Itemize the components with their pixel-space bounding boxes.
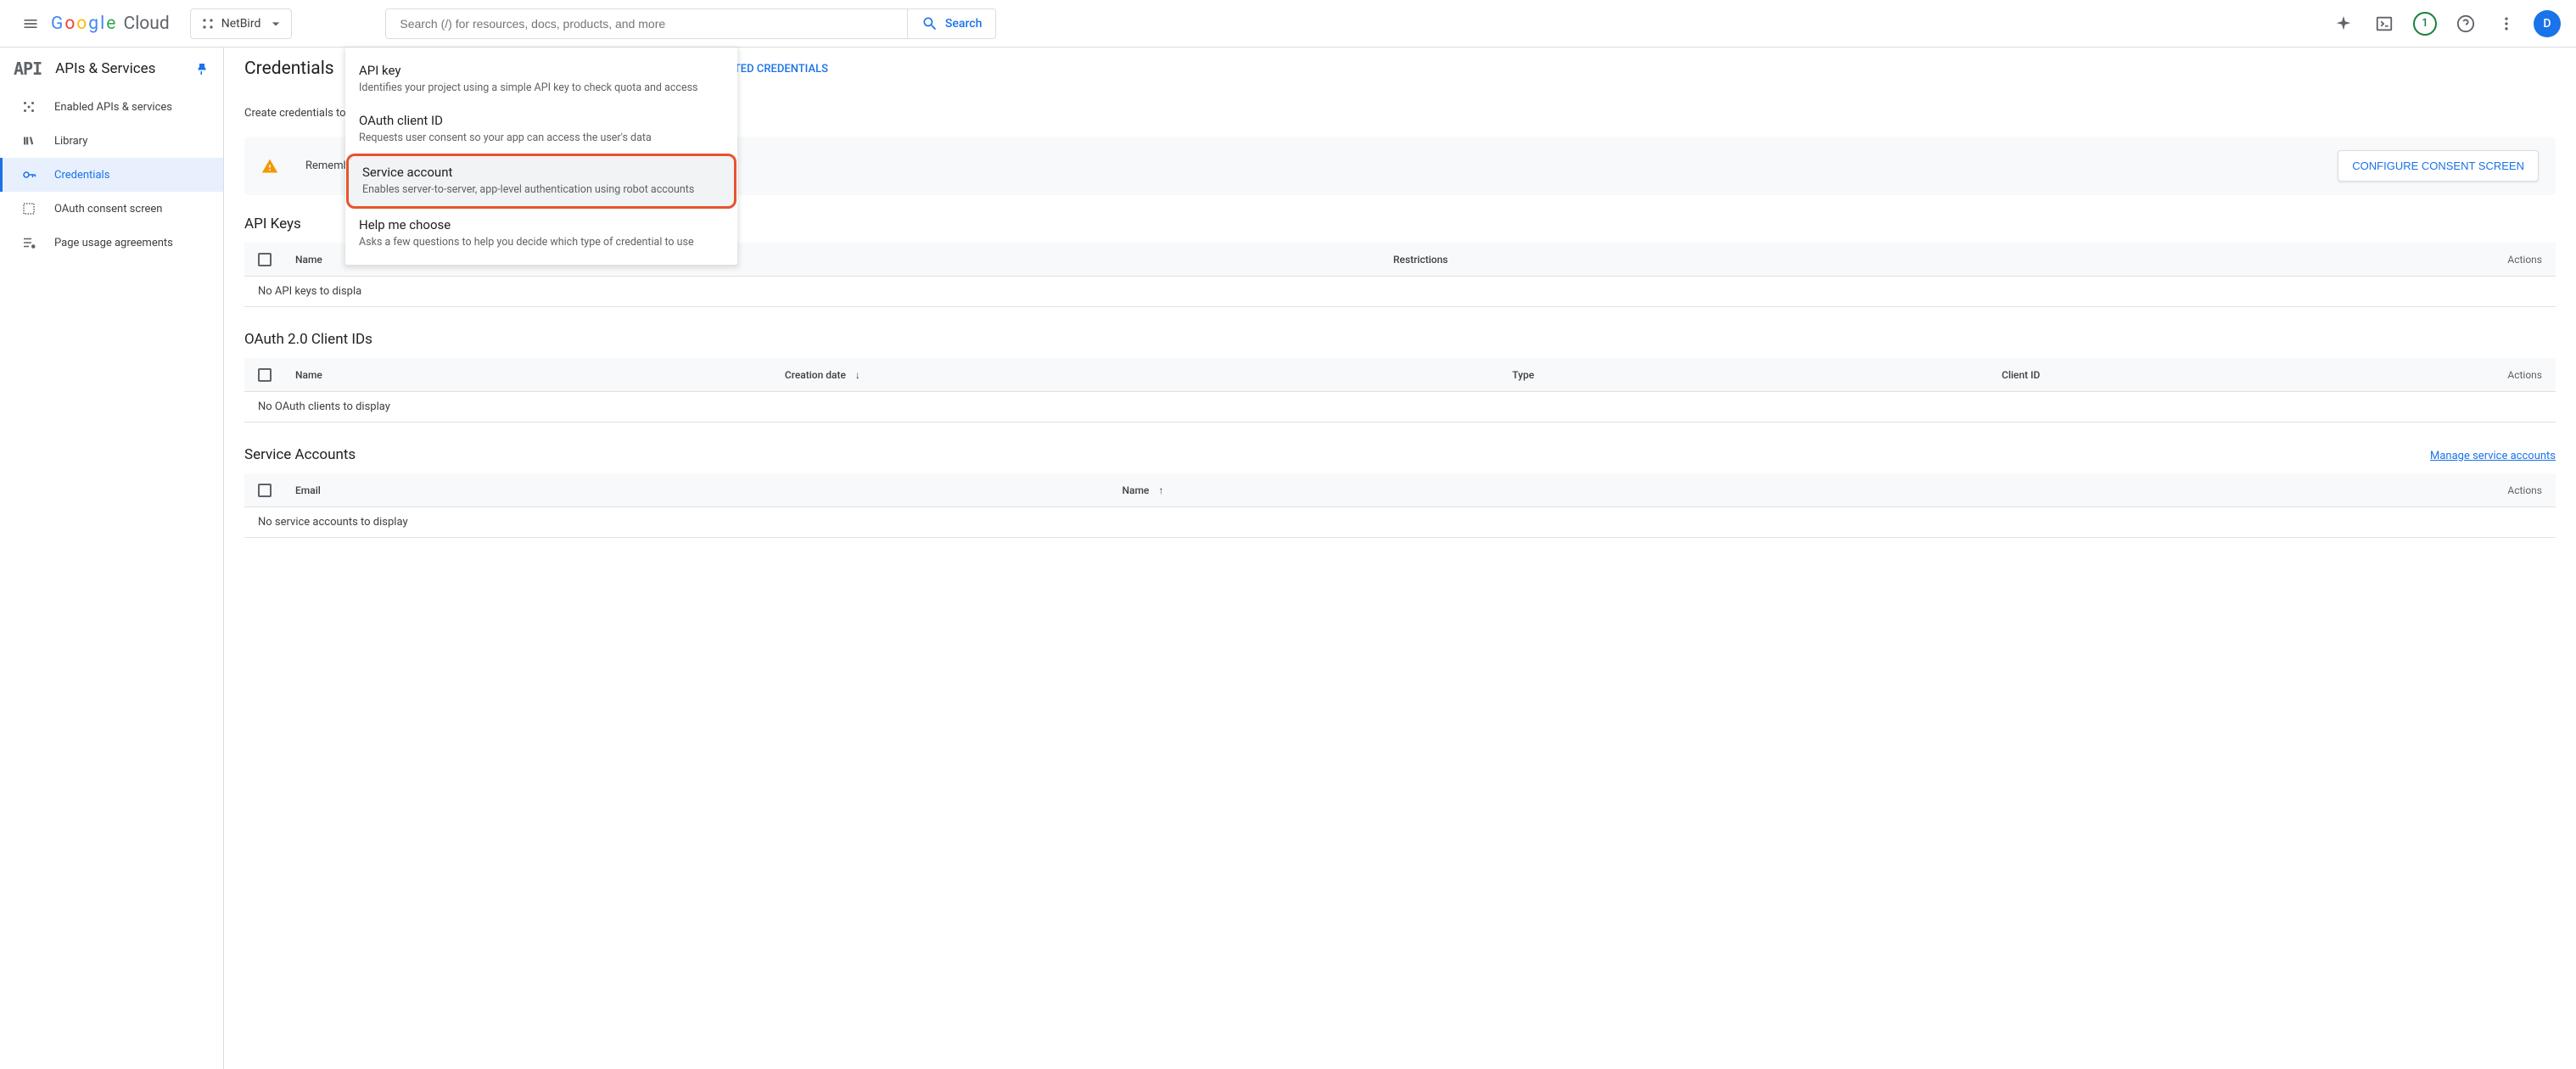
col-client-id[interactable]: Client ID	[2002, 369, 2478, 381]
menu-option-oauth-client-id[interactable]: OAuth client ID Requests user consent so…	[345, 104, 737, 154]
menu-option-title: API key	[359, 63, 724, 78]
search-icon	[921, 15, 938, 32]
configure-consent-screen-button[interactable]: CONFIGURE CONSENT SCREEN	[2338, 150, 2539, 182]
library-icon	[21, 133, 36, 148]
menu-option-title: Help me choose	[359, 217, 724, 232]
menu-option-desc: Requests user consent so your app can ac…	[359, 131, 724, 146]
col-actions: Actions	[2491, 369, 2542, 381]
hamburger-icon	[22, 15, 39, 32]
page-title: Credentials	[244, 59, 334, 79]
sparkle-icon	[2334, 14, 2353, 33]
more-vertical-icon	[2498, 15, 2515, 32]
col-creation-date[interactable]: Creation date ↓	[785, 369, 1498, 381]
project-picker[interactable]: NetBird	[190, 8, 293, 39]
search-button[interactable]: Search	[907, 9, 995, 38]
trial-badge: 1	[2413, 12, 2437, 36]
sidebar-item-enabled-apis[interactable]: Enabled APIs & services	[0, 90, 223, 124]
create-credentials-dropdown: API key Identifies your project using a …	[345, 48, 737, 265]
top-header: Google Cloud NetBird Search 1 D	[0, 0, 2576, 48]
project-icon	[201, 17, 215, 31]
service-accounts-title: Service Accounts	[244, 446, 356, 463]
sidebar-item-label: Page usage agreements	[54, 237, 173, 249]
consent-icon	[21, 201, 36, 216]
cloud-shell-button[interactable]	[2366, 5, 2403, 42]
service-accounts-empty: No service accounts to display	[244, 507, 2556, 538]
search-button-label: Search	[945, 17, 982, 31]
more-options-button[interactable]	[2488, 5, 2525, 42]
sidebar-item-label: Enabled APIs & services	[54, 101, 172, 114]
sidebar: API APIs & Services Enabled APIs & servi…	[0, 48, 224, 1069]
trial-status-button[interactable]: 1	[2406, 5, 2444, 42]
oauth-table-header: Name Creation date ↓ Type Client ID Acti…	[244, 358, 2556, 392]
gemini-button[interactable]	[2325, 5, 2362, 42]
search-container: Search	[385, 8, 996, 39]
col-actions: Actions	[2491, 254, 2542, 266]
menu-option-desc: Enables server-to-server, app-level auth…	[362, 182, 720, 198]
sidebar-section-title: APIs & Services	[55, 60, 181, 77]
col-type[interactable]: Type	[1512, 369, 1988, 381]
col-actions: Actions	[2491, 484, 2542, 496]
select-all-checkbox[interactable]	[258, 253, 272, 266]
sort-down-icon: ↓	[855, 369, 860, 381]
sidebar-item-credentials[interactable]: Credentials	[0, 158, 223, 192]
dropdown-triangle-icon	[267, 15, 284, 32]
avatar: D	[2534, 10, 2561, 37]
select-all-checkbox[interactable]	[258, 368, 272, 382]
account-button[interactable]: D	[2528, 5, 2566, 42]
agreements-icon	[21, 235, 36, 250]
service-accounts-table-header: Email Name ↑ Actions	[244, 473, 2556, 507]
menu-option-api-key[interactable]: API key Identifies your project using a …	[345, 54, 737, 104]
api-keys-empty: No API keys to displa	[244, 277, 2556, 307]
menu-option-desc: Asks a few questions to help you decide …	[359, 235, 724, 250]
sidebar-item-label: OAuth consent screen	[54, 203, 162, 215]
sidebar-item-oauth-consent[interactable]: OAuth consent screen	[0, 192, 223, 226]
oauth-empty: No OAuth clients to display	[244, 392, 2556, 423]
menu-option-help-me-choose[interactable]: Help me choose Asks a few questions to h…	[345, 209, 737, 259]
terminal-icon	[2375, 14, 2394, 33]
menu-option-service-account[interactable]: Service account Enables server-to-server…	[346, 154, 736, 209]
menu-option-title: OAuth client ID	[359, 113, 724, 128]
col-name[interactable]: Name	[295, 369, 771, 381]
main-content: Credentials CREATE CREDENTIALS DELETE RE…	[224, 48, 2576, 1069]
col-email[interactable]: Email	[295, 484, 1109, 496]
search-input[interactable]	[386, 9, 907, 38]
col-restrictions[interactable]: Restrictions	[1393, 254, 2478, 266]
hamburger-menu-button[interactable]	[10, 3, 51, 44]
oauth-section-title: OAuth 2.0 Client IDs	[244, 331, 2556, 348]
help-icon	[2456, 14, 2475, 33]
sidebar-item-library[interactable]: Library	[0, 124, 223, 158]
manage-service-accounts-link[interactable]: Manage service accounts	[2430, 450, 2556, 462]
header-right: 1 D	[2325, 5, 2566, 42]
pin-icon[interactable]	[194, 61, 210, 76]
page-content: Create credentials to ac API key Identif…	[224, 90, 2576, 558]
sidebar-header: API APIs & Services	[0, 48, 223, 90]
warning-icon	[261, 158, 278, 175]
api-icon: API	[14, 59, 42, 79]
google-cloud-logo[interactable]: Google Cloud	[51, 14, 170, 34]
sidebar-item-page-usage[interactable]: Page usage agreements	[0, 226, 223, 260]
menu-option-title: Service account	[362, 165, 720, 180]
col-name[interactable]: Name ↑	[1123, 484, 2478, 496]
menu-option-desc: Identifies your project using a simple A…	[359, 81, 724, 96]
help-button[interactable]	[2447, 5, 2484, 42]
key-icon	[21, 167, 36, 182]
sidebar-item-label: Library	[54, 135, 87, 148]
project-name: NetBird	[221, 17, 261, 31]
select-all-checkbox[interactable]	[258, 484, 272, 497]
enabled-apis-icon	[21, 99, 36, 115]
sidebar-item-label: Credentials	[54, 169, 109, 182]
service-accounts-section-header: Service Accounts Manage service accounts	[244, 446, 2556, 463]
sort-up-icon: ↑	[1158, 484, 1163, 496]
